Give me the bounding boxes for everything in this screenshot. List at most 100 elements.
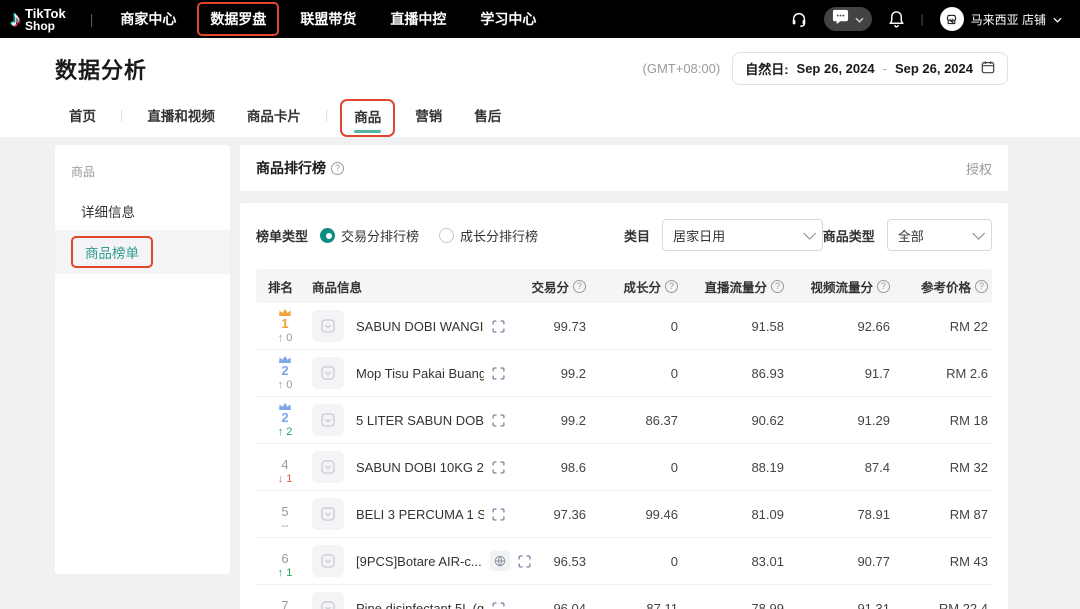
help-icon[interactable]: ? [331,162,344,175]
product-thumbnail[interactable] [312,498,344,530]
help-icon[interactable]: ? [771,280,784,293]
table-row[interactable]: 2 ↑ 0 Mop Tisu Pakai Buang ... 9 [256,350,992,397]
category-select[interactable]: 居家日用 [662,219,823,251]
live-traffic-score-cell: 88.19 [682,460,788,475]
logo-text: TikTok Shop [25,7,66,32]
help-icon[interactable]: ? [573,280,586,293]
product-thumbnail[interactable] [312,592,344,609]
product-type-label: 商品类型 [823,226,875,245]
help-icon[interactable]: ? [665,280,678,293]
help-icon[interactable]: ? [877,280,890,293]
product-thumbnail[interactable] [312,545,344,577]
nav-merchant-center[interactable]: 商家中心 [107,2,189,36]
date-start: Sep 26, 2024 [797,61,875,76]
rank-cell: 4 ↓ 1 [256,449,308,486]
page-header: 数据分析 (GMT+08:00) 自然日: Sep 26, 2024 - Sep… [0,38,1080,137]
product-thumbnail[interactable] [312,404,344,436]
video-traffic-score-cell: 92.66 [788,319,894,334]
rank-change: ↑ 0 [278,379,293,392]
headset-support-icon[interactable] [790,10,808,28]
nav-learning-center[interactable]: 学习中心 [467,2,549,36]
rank-number: 5 [281,505,288,520]
topbar-nav: 商家中心 数据罗盘 联盟带货 直播中控 学习中心 [107,2,549,36]
rank-change: -- [281,520,288,533]
rank-cell: 5 -- [256,496,308,533]
live-traffic-score-cell: 83.01 [682,554,788,569]
table-row[interactable]: 7 ↑ 4 Pine disinfectant 5L (ge... [256,585,992,609]
rank-cell: 2 ↑ 0 [256,355,308,392]
messages-button[interactable] [824,7,872,31]
product-thumbnail[interactable] [312,310,344,342]
product-name: SABUN DOBI WANGI+P... [356,319,484,334]
table-row[interactable]: 4 ↓ 1 SABUN DOBI 10KG 2 b... 98. [256,444,992,491]
notifications-bell-icon[interactable] [888,10,905,28]
timezone-label: (GMT+08:00) [643,61,721,76]
table-row[interactable]: 2 ↑ 2 5 LITER SABUN DOBI M... 99 [256,397,992,444]
video-traffic-score-cell: 78.91 [788,507,894,522]
nav-data-compass[interactable]: 数据罗盘 [197,2,279,36]
panel-title: 商品排行榜 [256,158,326,178]
table-row[interactable]: 6 ↑ 1 [9PCS]Botare AIR-c... [256,538,992,585]
product-name: 5 LITER SABUN DOBI M... [356,413,484,428]
rank-number: 1 [281,317,288,332]
category-label: 类目 [624,226,650,245]
trade-score-cell: 99.73 [504,319,590,334]
rank-number: 4 [281,458,288,473]
live-traffic-score-cell: 86.93 [682,366,788,381]
radio-trade-score-ranking[interactable]: 交易分排行榜 [320,226,419,245]
product-name: Pine disinfectant 5L (ge... [356,601,484,609]
product-thumbnail[interactable] [312,451,344,483]
video-traffic-score-cell: 90.77 [788,554,894,569]
ranking-table-card: 榜单类型 交易分排行榜 成长分排行榜 类目 居家日用 商品类型 全部 [240,203,1008,609]
tiktok-note-icon: ♪ [10,8,21,30]
sidebar-item-details[interactable]: 详细信息 [55,192,230,230]
analytics-tabs: 首页 | 直播和视频 商品卡片 | 商品 营销 售后 [55,99,1008,137]
authorize-link[interactable]: 授权 [966,159,992,178]
rank-change: ↑ 1 [278,567,293,580]
radio-off-icon [439,228,454,243]
rank-number: 2 [281,411,288,426]
sidebar-item-product-ranking[interactable]: 商品榜单 [55,230,230,274]
product-info-cell: SABUN DOBI 10KG 2 b... [308,451,504,483]
trade-score-cell: 96.53 [504,554,590,569]
reference-price-cell: RM 18 [894,413,992,428]
video-traffic-score-cell: 91.29 [788,413,894,428]
tab-product[interactable]: 商品 [340,99,395,137]
live-traffic-score-cell: 81.09 [682,507,788,522]
tiktok-shop-logo[interactable]: ♪ TikTok Shop [10,7,66,32]
growth-score-cell: 0 [590,460,682,475]
tab-marketing[interactable]: 营销 [401,99,456,137]
video-traffic-score-cell: 87.4 [788,460,894,475]
reference-price-cell: RM 22 [894,319,992,334]
page-title: 数据分析 [55,53,147,85]
date-range-picker[interactable]: 自然日: Sep 26, 2024 - Sep 26, 2024 [732,52,1008,85]
reference-price-cell: RM 2.6 [894,366,992,381]
product-info-cell: Mop Tisu Pakai Buang ... [308,357,504,389]
nav-live-console[interactable]: 直播中控 [377,2,459,36]
table-row[interactable]: 1 ↑ 0 SABUN DOBI WANGI+P... 99.7 [256,303,992,350]
table-row[interactable]: 5 -- BELI 3 PERCUMA 1 SAB... 97. [256,491,992,538]
nav-affiliate[interactable]: 联盟带货 [287,2,369,36]
divider: | [114,107,129,130]
col-video-traffic-score: 视频流量分? [788,277,894,296]
product-type-select[interactable]: 全部 [887,219,992,251]
radio-growth-score-ranking[interactable]: 成长分排行榜 [439,226,538,245]
filters-bar: 榜单类型 交易分排行榜 成长分排行榜 类目 居家日用 商品类型 全部 [256,219,992,251]
product-info-cell: SABUN DOBI WANGI+P... [308,310,504,342]
product-ranking-table: 排名 商品信息 交易分? 成长分? 直播流量分? 视频流量分? 参考价格? 1 … [256,269,992,609]
growth-score-cell: 87.11 [590,601,682,609]
product-info-cell: Pine disinfectant 5L (ge... [308,592,504,609]
tab-home[interactable]: 首页 [55,99,110,137]
help-icon[interactable]: ? [975,280,988,293]
rank-change: ↓ 1 [278,473,293,486]
col-product-info: 商品信息 [308,277,504,296]
tab-after-sale[interactable]: 售后 [460,99,515,137]
rank-cell: 6 ↑ 1 [256,543,308,580]
tab-live-video[interactable]: 直播和视频 [133,99,229,137]
account-menu[interactable]: 马来西亚 店铺 [940,7,1062,31]
product-thumbnail[interactable] [312,357,344,389]
trade-score-cell: 98.6 [504,460,590,475]
chevron-down-icon [855,10,864,28]
rank-number: 2 [281,364,288,379]
tab-product-card[interactable]: 商品卡片 [233,99,315,137]
